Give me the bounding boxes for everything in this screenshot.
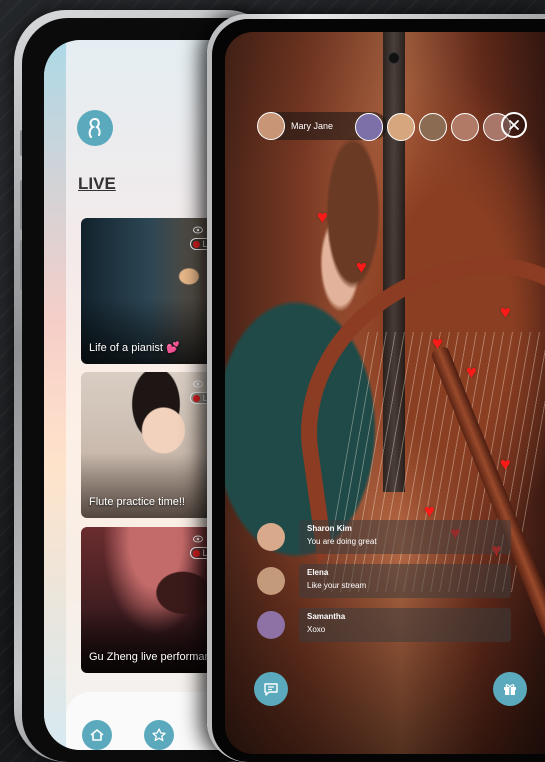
phone-bezel: Mary Jane ♥ ♥ ♥ ♥ ♥ ♥ ♥ ♥ ♥ (212, 19, 545, 762)
commenter-name: Sharon Kim (307, 524, 352, 533)
commenter-avatar[interactable] (257, 523, 285, 551)
heart-icon: ♥ (424, 501, 435, 521)
nav-star-button[interactable] (144, 720, 174, 750)
star-icon (152, 728, 166, 742)
viewer-avatar[interactable] (387, 113, 415, 141)
comment-text: Like your stream (307, 581, 367, 590)
live-dot-icon (193, 240, 201, 248)
front-camera (388, 52, 400, 64)
commenter-name: Elena (307, 568, 329, 577)
front-phone: Mary Jane ♥ ♥ ♥ ♥ ♥ ♥ ♥ ♥ ♥ (207, 14, 545, 762)
viewer-avatar[interactable] (451, 113, 479, 141)
commenter-avatar[interactable] (257, 567, 285, 595)
commenter-name: Samantha (307, 612, 346, 621)
viewer-list (355, 113, 511, 141)
heart-icon: ♥ (356, 257, 367, 277)
heart-icon: ♥ (500, 302, 511, 322)
eye-icon (193, 226, 204, 233)
comment-item: Sharon Kim You are doing great (257, 520, 511, 554)
heart-icon: ♥ (500, 454, 511, 474)
eye-icon (193, 380, 204, 387)
user-icon (88, 118, 101, 138)
live-stream-screen: Mary Jane ♥ ♥ ♥ ♥ ♥ ♥ ♥ ♥ ♥ (225, 32, 545, 754)
comment-bubble: Samantha Xoxo (299, 608, 511, 642)
viewer-avatar[interactable] (419, 113, 447, 141)
heart-icon: ♥ (466, 362, 477, 382)
comment-item: Samantha Xoxo (257, 608, 511, 642)
profile-button[interactable] (77, 110, 113, 146)
comment-text: Xoxo (307, 625, 326, 634)
gift-icon (504, 684, 516, 695)
close-button[interactable] (501, 112, 527, 138)
heart-icon: ♥ (432, 333, 443, 353)
commenter-avatar[interactable] (257, 611, 285, 639)
comment-item: Elena Like your stream (257, 564, 511, 598)
host-avatar (257, 112, 285, 140)
heart-icon: ♥ (317, 207, 328, 227)
section-title: LIVE (78, 174, 116, 193)
nav-home-button[interactable] (82, 720, 112, 750)
stream-caption: Life of a pianist 💕 (89, 342, 180, 354)
live-dot-icon (193, 549, 201, 557)
home-icon (90, 729, 104, 741)
live-dot-icon (193, 394, 201, 402)
eye-icon (193, 535, 204, 542)
chat-button[interactable] (254, 672, 288, 706)
chat-icon (264, 683, 278, 696)
comment-bubble: Sharon Kim You are doing great (299, 520, 511, 554)
stream-caption: Gu Zheng live performance (89, 651, 223, 663)
gift-button[interactable] (493, 672, 527, 706)
host-name: Mary Jane (291, 121, 334, 131)
comment-bubble: Elena Like your stream (299, 564, 511, 598)
stream-caption: Flute practice time!! (89, 496, 185, 508)
viewer-avatar[interactable] (355, 113, 383, 141)
close-icon (509, 120, 519, 130)
comment-text: You are doing great (307, 537, 377, 546)
